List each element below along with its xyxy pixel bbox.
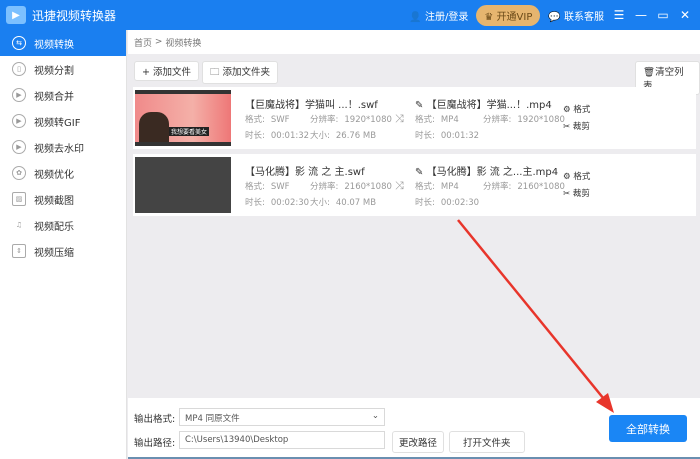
crown-icon: ♛	[484, 11, 494, 23]
app-logo-icon: ▶	[6, 6, 26, 24]
cut-button[interactable]: ✂ 裁剪	[563, 120, 590, 132]
maximize-icon[interactable]: ▭	[656, 8, 670, 22]
add-folder-button[interactable]: 🗀 添加文件夹	[202, 61, 279, 84]
video-thumbnail: 我想要看美女	[135, 90, 231, 146]
chevron-down-icon: ⌄	[371, 411, 379, 421]
file-item: 【马化腾】影 流 之 主.swf 格式: SWF 分辨率: 2160*1080 时长…	[133, 154, 696, 216]
split-icon: ▯	[12, 62, 26, 76]
sidebar-item-split[interactable]: ▯ 视频分割	[0, 56, 126, 82]
output-path-input[interactable]: C:\Users\13940\Desktop	[179, 431, 385, 449]
watermark-icon: ▶	[12, 140, 26, 154]
source-filename: 【巨魔战将】学猫叫 ...！.swf	[245, 100, 378, 111]
shuffle-icon: ⤨	[395, 112, 404, 125]
compress-icon: ⇕	[12, 244, 26, 258]
vip-button[interactable]: ♛ 开通VIP	[476, 4, 541, 26]
sidebar-item-merge[interactable]: ▶ 视频合并	[0, 82, 126, 108]
merge-icon: ▶	[12, 88, 26, 102]
open-folder-button[interactable]: 打开文件夹	[449, 431, 525, 453]
add-file-button[interactable]: + 添加文件	[134, 61, 199, 81]
sidebar-item-screenshot[interactable]: ▨ 视频截图	[0, 186, 126, 212]
trash-icon: 🗑	[643, 67, 656, 78]
output-format-select[interactable]: MP4 同原文件 ⌄	[179, 408, 385, 426]
sidebar-item-watermark[interactable]: ▶ 视频去水印	[0, 134, 126, 160]
app-title: 迅捷视频转换器	[32, 8, 117, 23]
cut-button[interactable]: ✂ 裁剪	[563, 187, 590, 199]
output-filename[interactable]: ✎ 【巨魔战将】学猫...！.mp4	[415, 96, 552, 111]
minimize-icon[interactable]: —	[634, 8, 648, 22]
sidebar: ⇆ 视频转换 ▯ 视频分割 ▶ 视频合并 ▶ 视频转GIF ▶ 视频去水印 ✿ 视频优化 ▨…	[0, 30, 127, 459]
file-item: 我想要看美女 【巨魔战将】学猫叫 ...！.swf 格式: SWF 分辨率: 192…	[133, 87, 696, 149]
shuffle-icon: ⤨	[395, 179, 404, 192]
menu-icon[interactable]: ☰	[612, 8, 626, 22]
output-filename[interactable]: ✎ 【马化腾】影 流 之...主.mp4	[415, 163, 558, 178]
sidebar-item-convert[interactable]: ⇆ 视频转换	[0, 30, 126, 56]
edit-icon: ✎	[415, 167, 424, 178]
gear-icon: ⚙	[563, 105, 571, 115]
format-settings-button[interactable]: ⚙ 格式	[563, 103, 590, 115]
breadcrumb-current: 视频转换	[165, 38, 202, 49]
scissors-icon: ✂	[563, 122, 571, 132]
sidebar-item-optimize[interactable]: ✿ 视频优化	[0, 160, 126, 186]
folder-icon: 🗀	[210, 67, 220, 78]
output-format-label: 输出格式:	[134, 414, 176, 425]
optimize-icon: ✿	[12, 166, 26, 180]
sidebar-item-gif[interactable]: ▶ 视频转GIF	[0, 108, 126, 134]
edit-icon: ✎	[415, 100, 424, 111]
close-icon[interactable]: ✕	[678, 8, 692, 22]
breadcrumb-home[interactable]: 首页	[134, 36, 152, 49]
convert-icon: ⇆	[12, 36, 26, 50]
source-filename: 【马化腾】影 流 之 主.swf	[245, 167, 365, 178]
output-path-label: 输出路径:	[134, 438, 176, 449]
title-bar: ▶ 迅捷视频转换器 👤 注册/登录 ♛ 开通VIP 💬 联系客服 ☰ — ▭ ✕	[0, 0, 700, 30]
sidebar-item-music[interactable]: ♫ 视频配乐	[0, 212, 126, 238]
login-button[interactable]: 👤 注册/登录	[409, 8, 468, 23]
breadcrumb: 首页 > 视频转换	[128, 30, 700, 54]
change-path-button[interactable]: 更改路径	[392, 431, 445, 453]
chat-icon: 💬	[548, 11, 561, 23]
user-icon: 👤	[409, 11, 422, 23]
format-settings-button[interactable]: ⚙ 格式	[563, 170, 590, 182]
sidebar-item-compress[interactable]: ⇕ 视频压缩	[0, 238, 126, 264]
gif-icon: ▶	[12, 114, 26, 128]
support-button[interactable]: 💬 联系客服	[548, 8, 604, 23]
convert-all-button[interactable]: 全部转换	[609, 415, 687, 442]
video-thumbnail	[135, 157, 231, 213]
music-icon: ♫	[15, 221, 23, 229]
image-icon: ▨	[12, 192, 26, 206]
gear-icon: ⚙	[563, 172, 571, 182]
scissors-icon: ✂	[563, 189, 571, 199]
